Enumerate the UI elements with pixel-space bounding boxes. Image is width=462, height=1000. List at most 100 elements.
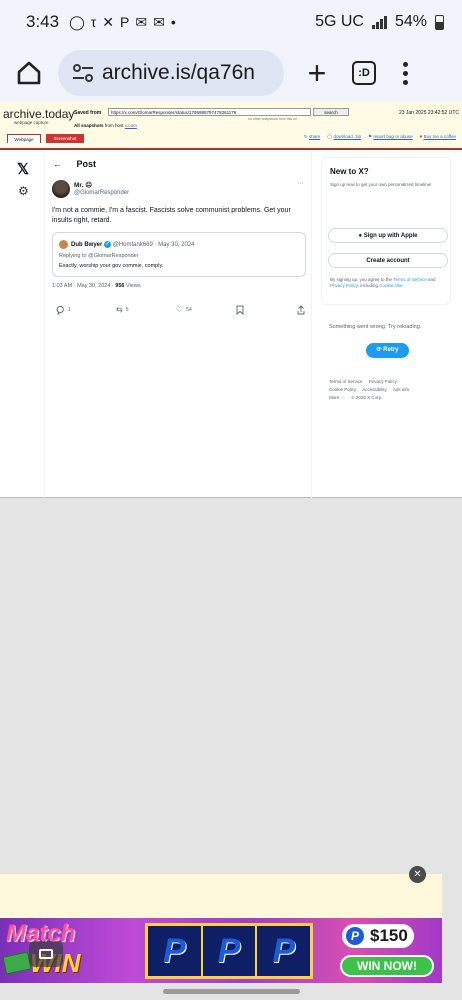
report-link[interactable]: ⚑ report bug or abuse [368, 134, 413, 140]
tab-screenshot[interactable]: Screenshot [46, 134, 84, 143]
post-header: ← Post [53, 159, 96, 169]
terms-text: By signing up, you agree to the Terms of… [330, 277, 436, 288]
ad-prize: P $150 [342, 924, 414, 948]
quote-text: Exactly, worship your gov commie, comply… [59, 263, 164, 269]
back-arrow-icon[interactable]: ← [53, 159, 62, 169]
create-account-button[interactable]: Create account [328, 253, 448, 268]
reply-button[interactable]: 1 [55, 305, 71, 315]
repost-icon: ⇆ [116, 305, 123, 314]
footer-link[interactable]: Cookie Policy [329, 387, 356, 392]
paypal-logo-icon: P [257, 926, 311, 976]
share-icon [297, 305, 305, 315]
post-meta: 1:03 AM · May 30, 2024 · 956 Views [52, 283, 141, 289]
footer-link[interactable]: Ads info [393, 387, 409, 392]
like-button[interactable]: ♡ 54 [176, 305, 192, 314]
paypal-logo-icon: P [148, 926, 203, 976]
verified-badge-icon: ✓ [104, 241, 112, 248]
quote-reply-line: Replying to @GlomarResponder [59, 253, 139, 259]
archive-search-button[interactable]: search [313, 108, 349, 116]
tab-switcher-button[interactable]: :D [352, 61, 376, 85]
quote-avatar [59, 240, 68, 249]
post-actions: 1 ⇆ 5 ♡ 54 [52, 305, 306, 317]
download-icon: ◯ [327, 134, 333, 139]
terms-link[interactable]: Terms of Service [393, 277, 427, 282]
heart-icon: ♥ [419, 134, 423, 139]
footer-link[interactable]: More ··· [329, 395, 345, 400]
download-link[interactable]: ◯ download .zip [327, 134, 361, 140]
privacy-link[interactable]: Privacy Policy [330, 283, 358, 288]
archive-header: archive.today webpage capture Saved from… [0, 102, 462, 150]
sidebar-footer: Terms of Service Privacy Policy Cookie P… [329, 378, 449, 402]
quote-author: Dub Bwyer ✓ @Homtank669 · May 30, 2024 [71, 241, 195, 249]
bookmark-icon [236, 305, 244, 315]
instagram-icon: ◯ [69, 13, 85, 30]
paypal-icon: P [120, 14, 130, 30]
address-bar[interactable]: archive.is/qa76n [58, 50, 284, 96]
win-now-button[interactable]: WIN NOW! [340, 955, 434, 977]
footer-link[interactable]: Accessibility [362, 387, 387, 392]
notification-icons: ◯ τ ✕ P ✉ ✉ • [69, 14, 176, 31]
t-app-icon: τ [90, 14, 97, 30]
other-snapshots-note: no other snapshots from this url [248, 117, 298, 121]
footer-link[interactable]: Privacy Policy [369, 379, 397, 384]
footer-link[interactable]: Terms of Service [329, 379, 363, 384]
archive-date: 23 Jan 2025 23:42:52 UTC [398, 110, 459, 116]
share-link[interactable]: ↻ share [304, 134, 320, 140]
sign-up-apple-button[interactable]: ● Sign up with Apple [328, 228, 448, 243]
all-snapshots-line: All snapshots from host x.com [74, 123, 137, 128]
repost-button[interactable]: ⇆ 5 [116, 305, 128, 314]
quoted-post[interactable]: Dub Bwyer ✓ @Homtank669 · May 30, 2024 R… [52, 232, 306, 277]
battery-label: 54% [394, 13, 427, 30]
right-sidebar: New to X? Sign up now to get your own pe… [321, 152, 451, 498]
settings-icon[interactable]: ⚙ [18, 184, 29, 198]
ad-banner[interactable]: Match WIN P P P P $150 WIN NOW! [0, 918, 442, 983]
ad-info-icon[interactable] [29, 941, 63, 967]
post-text: I'm not a commie, I'm a fascist. Fascist… [52, 207, 291, 224]
tab-webpage[interactable]: Webpage [7, 134, 41, 143]
ad-close-button[interactable]: ✕ [409, 866, 426, 883]
slot-grid: P P P [145, 923, 313, 979]
left-nav: 𝕏 ⚙ [0, 152, 44, 498]
retry-button[interactable]: ⟳ Retry [366, 343, 409, 358]
x-logo-icon[interactable]: 𝕏 [17, 160, 29, 178]
home-button[interactable] [12, 56, 46, 90]
archive-logo[interactable]: archive.today [3, 107, 74, 121]
coffee-link[interactable]: ♥ Buy me a coffee [420, 134, 456, 140]
x-page: 𝕏 ⚙ ← Post Mr. ☹ @GlomarResponder ··· I'… [0, 152, 462, 498]
paypal-icon: P [346, 927, 364, 945]
gesture-bar[interactable] [163, 989, 300, 994]
x-app-icon: ✕ [102, 13, 115, 30]
money-icon [2, 951, 32, 975]
site-settings-icon[interactable] [72, 63, 94, 83]
reply-count: 1 [68, 307, 71, 313]
signup-box: New to X? Sign up now to get your own pe… [321, 157, 451, 305]
prize-amount: $150 [370, 926, 408, 945]
post-timestamp[interactable]: 1:03 AM · May 30, 2024 · [52, 283, 115, 289]
author-handle[interactable]: @GlomarResponder [74, 190, 129, 196]
error-message: Something went wrong. Try reloading. [329, 324, 422, 330]
signal-icon [371, 15, 387, 29]
saved-url-field[interactable]: https://x.com/GlomarResponder/status/179… [108, 108, 311, 116]
bookmark-button[interactable] [236, 305, 244, 315]
mail-icon-2: ✉ [153, 13, 165, 30]
mail-icon: ✉ [135, 13, 148, 30]
webpage: archive.today webpage capture Saved from… [0, 102, 462, 498]
paypal-logo-icon: P [202, 926, 258, 976]
more-notifications-icon: • [170, 14, 176, 30]
browser-toolbar: archive.is/qa76n + :D [0, 44, 462, 102]
share-button[interactable] [297, 305, 305, 315]
new-tab-button[interactable]: + [302, 57, 332, 89]
host-link[interactable]: x.com [125, 123, 137, 128]
cookie-link[interactable]: Cookie Use [379, 283, 402, 288]
quote-handle: @Homtank669 · May 30, 2024 [112, 242, 195, 249]
overflow-menu-button[interactable] [400, 61, 410, 85]
repost-count: 5 [125, 306, 129, 313]
author-name[interactable]: Mr. ☹ [74, 181, 92, 189]
apple-icon: ● [358, 233, 363, 239]
author-avatar[interactable] [52, 180, 70, 198]
battery-icon [435, 14, 444, 30]
more-options-icon[interactable]: ··· [297, 180, 304, 187]
views-label: Views [124, 283, 141, 289]
share-icon: ↻ [303, 134, 308, 139]
ad-strip [0, 874, 442, 918]
